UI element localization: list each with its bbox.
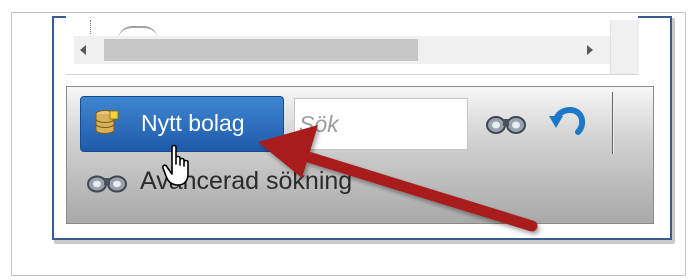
scroll-left-arrow-icon[interactable]	[80, 45, 86, 55]
search-input[interactable]	[294, 98, 468, 150]
toolbar-separator	[612, 92, 613, 154]
vertical-scrollbar[interactable]	[610, 20, 639, 74]
tree-connector-line	[90, 20, 93, 34]
database-icon	[95, 110, 119, 134]
scroll-right-arrow-icon[interactable]	[587, 45, 593, 55]
new-company-label: Nytt bolag	[141, 110, 245, 136]
horizontal-scrollbar[interactable]	[74, 36, 610, 64]
refresh-icon[interactable]	[548, 104, 590, 138]
binoculars-icon[interactable]	[484, 110, 528, 136]
hand-pointer-cursor-icon	[162, 144, 189, 186]
scroll-thumb[interactable]	[104, 39, 418, 61]
advanced-search-binoculars-icon	[87, 175, 127, 193]
divider	[66, 74, 638, 75]
